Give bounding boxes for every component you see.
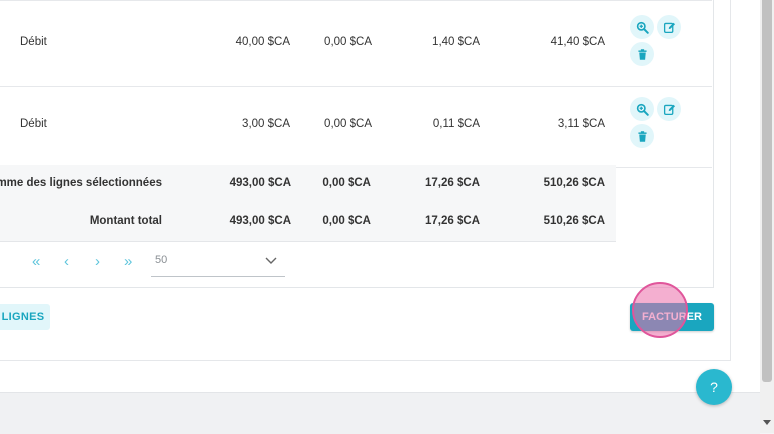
- scroll-down-arrow-icon[interactable]: [763, 420, 771, 425]
- row-total: 41,40 $CA: [550, 36, 605, 48]
- page: Débit 40,00 $CA 0,00 $CA 1,40 $CA 41,40 …: [0, 0, 760, 392]
- summary-tax: 17,26 $CA: [425, 177, 480, 189]
- last-page-button[interactable]: »: [124, 253, 132, 270]
- summary-total: 510,26 $CA: [543, 177, 605, 189]
- summary-total: 510,26 $CA: [543, 215, 605, 227]
- summary-amount: 493,00 $CA: [229, 215, 291, 227]
- row-type: Débit: [20, 118, 47, 130]
- trash-icon: [637, 130, 647, 142]
- summary-label: Montant total: [89, 215, 162, 227]
- edit-icon: [663, 104, 675, 115]
- summary-discount: 0,00 $CA: [322, 177, 371, 189]
- data-table: Débit 40,00 $CA 0,00 $CA 1,40 $CA 41,40 …: [0, 0, 714, 288]
- delete-button[interactable]: [630, 42, 654, 66]
- click-highlight: [632, 282, 688, 338]
- table-row[interactable]: Débit 3,00 $CA 0,00 $CA 0,11 $CA 3,11 $C…: [0, 87, 712, 168]
- scrollbar[interactable]: [760, 0, 774, 433]
- row-amount: 3,00 $CA: [242, 118, 290, 130]
- zoom-in-icon: [636, 21, 649, 34]
- chevron-down-icon: [265, 257, 277, 264]
- edit-button[interactable]: [657, 97, 681, 121]
- lignes-button[interactable]: LIGNES: [0, 304, 50, 330]
- trash-icon: [637, 48, 647, 60]
- row-discount: 0,00 $CA: [324, 118, 372, 130]
- summary-label: omme des lignes sélectionnées: [0, 177, 162, 189]
- row-type: Débit: [20, 36, 47, 48]
- next-page-button[interactable]: ›: [95, 253, 100, 270]
- page-footer: [0, 392, 760, 434]
- page-size-value: 50: [155, 254, 168, 266]
- prev-page-button[interactable]: ‹: [64, 253, 69, 270]
- page-size-select[interactable]: 50: [151, 249, 285, 277]
- view-button[interactable]: [630, 15, 654, 39]
- row-tax: 1,40 $CA: [432, 36, 480, 48]
- summary-row-selected: omme des lignes sélectionnées 493,00 $CA…: [0, 165, 616, 204]
- row-amount: 40,00 $CA: [235, 36, 290, 48]
- help-button[interactable]: ?: [696, 369, 732, 405]
- scrollbar-thumb[interactable]: [762, 0, 772, 382]
- table-row[interactable]: Débit 40,00 $CA 0,00 $CA 1,40 $CA 41,40 …: [0, 4, 712, 87]
- summary-row-total: Montant total 493,00 $CA 0,00 $CA 17,26 …: [0, 203, 616, 242]
- row-discount: 0,00 $CA: [324, 36, 372, 48]
- edit-icon: [663, 22, 675, 33]
- table-divider: [0, 0, 712, 1]
- summary-tax: 17,26 $CA: [425, 215, 480, 227]
- view-button[interactable]: [630, 97, 654, 121]
- summary-amount: 493,00 $CA: [229, 177, 291, 189]
- row-tax: 0,11 $CA: [432, 118, 480, 130]
- delete-button[interactable]: [630, 124, 654, 148]
- row-total: 3,11 $CA: [557, 118, 605, 130]
- summary-discount: 0,00 $CA: [322, 215, 371, 227]
- first-page-button[interactable]: «: [32, 253, 40, 270]
- zoom-in-icon: [636, 103, 649, 116]
- edit-button[interactable]: [657, 15, 681, 39]
